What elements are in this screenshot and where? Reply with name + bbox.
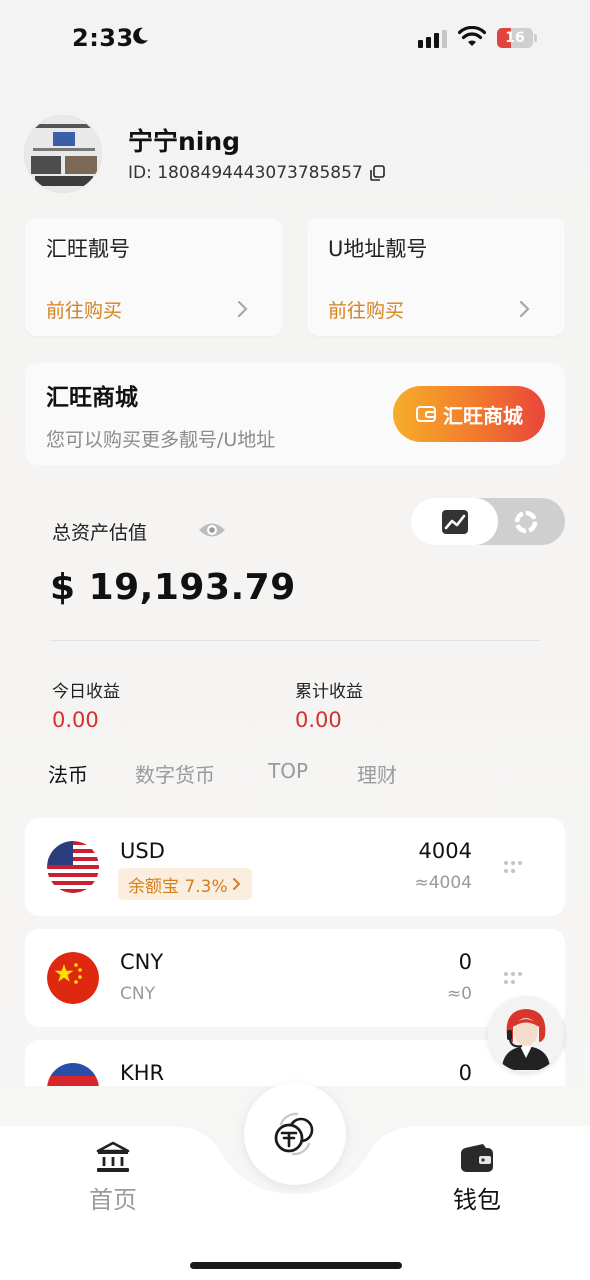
pretty-number-buy-link[interactable]: 前往购买	[46, 296, 122, 323]
tab-finance[interactable]: 理财	[357, 759, 397, 788]
mall-button[interactable]: 汇旺商城	[393, 386, 545, 442]
exchange-button[interactable]	[244, 1083, 346, 1185]
tab-fiat[interactable]: 法币	[48, 759, 88, 788]
currency-approx: ≈0	[446, 984, 472, 1004]
user-id-text: ID: 1808494443073785857	[128, 163, 363, 183]
moon-icon	[133, 27, 148, 44]
pretty-number-title: 汇旺靓号	[46, 237, 130, 261]
battery-icon: 16	[497, 28, 533, 48]
toggle-chart-option[interactable]	[411, 498, 498, 545]
chevron-right-icon	[237, 300, 248, 318]
customer-service-button[interactable]	[488, 996, 564, 1072]
cambodia-flag-icon	[47, 1063, 99, 1086]
avatar[interactable]	[24, 115, 102, 193]
currency-code: KHR	[120, 1061, 165, 1085]
currency-amount: 0	[458, 1061, 472, 1085]
user-id: ID: 1808494443073785857	[128, 163, 385, 183]
yuebao-badge[interactable]: 余额宝 7.3%	[118, 868, 252, 900]
china-flag-icon	[47, 952, 99, 1004]
nav-wallet-label[interactable]: 钱包	[453, 1180, 501, 1215]
currency-subtitle: CNY	[120, 984, 155, 1004]
yuebao-badge-label: 余额宝 7.3%	[128, 876, 228, 897]
wifi-icon	[458, 26, 486, 46]
wallet-card-icon	[416, 406, 436, 422]
divider	[50, 640, 540, 641]
tab-crypto[interactable]: 数字货币	[135, 759, 215, 788]
nav-home-label[interactable]: 首页	[89, 1180, 137, 1215]
currency-code: CNY	[120, 950, 164, 974]
total-assets-value: $ 19,193.79	[50, 567, 296, 608]
refresh-ring-icon[interactable]	[512, 508, 540, 536]
bank-icon[interactable]	[95, 1140, 131, 1174]
mall-title: 汇旺商城	[46, 385, 138, 411]
total-assets-label: 总资产估值	[52, 522, 148, 544]
more-dots-icon[interactable]	[502, 971, 524, 985]
home-indicator	[190, 1262, 402, 1269]
mall-button-label: 汇旺商城	[443, 403, 523, 428]
currency-amount: 4004	[418, 839, 472, 863]
currency-row-cny[interactable]	[25, 929, 565, 1027]
exchange-icon	[274, 1112, 314, 1156]
total-earnings-label: 累计收益	[295, 682, 363, 702]
currency-code: USD	[120, 839, 165, 863]
customer-service-icon	[488, 996, 564, 1072]
avatar-image	[25, 116, 101, 192]
copy-icon[interactable]	[369, 165, 385, 181]
u-address-buy-link[interactable]: 前往购买	[328, 296, 404, 323]
today-earnings-value: 0.00	[52, 708, 99, 732]
battery-tip	[534, 34, 537, 42]
cellular-signal-icon	[418, 30, 447, 48]
us-flag-icon	[47, 841, 99, 893]
status-time: 2:33	[72, 24, 134, 52]
currency-row-khr[interactable]	[25, 1040, 565, 1086]
battery-level: 16	[505, 30, 525, 46]
u-address-title: U地址靓号	[328, 237, 428, 261]
today-earnings-label: 今日收益	[52, 682, 120, 702]
more-dots-icon[interactable]	[502, 860, 524, 874]
eye-icon[interactable]	[197, 519, 227, 541]
currency-amount: 0	[458, 950, 472, 974]
chevron-right-icon	[232, 878, 241, 890]
tab-top[interactable]: TOP	[268, 759, 308, 783]
total-earnings-value: 0.00	[295, 708, 342, 732]
username: 宁宁ning	[128, 127, 241, 156]
mall-subtitle: 您可以购买更多靓号/U地址	[46, 429, 276, 451]
chevron-right-icon	[519, 300, 530, 318]
currency-row-usd[interactable]	[25, 818, 565, 916]
line-chart-icon	[441, 509, 468, 534]
wallet-icon[interactable]	[459, 1142, 495, 1176]
currency-approx: ≈4004	[414, 873, 472, 893]
